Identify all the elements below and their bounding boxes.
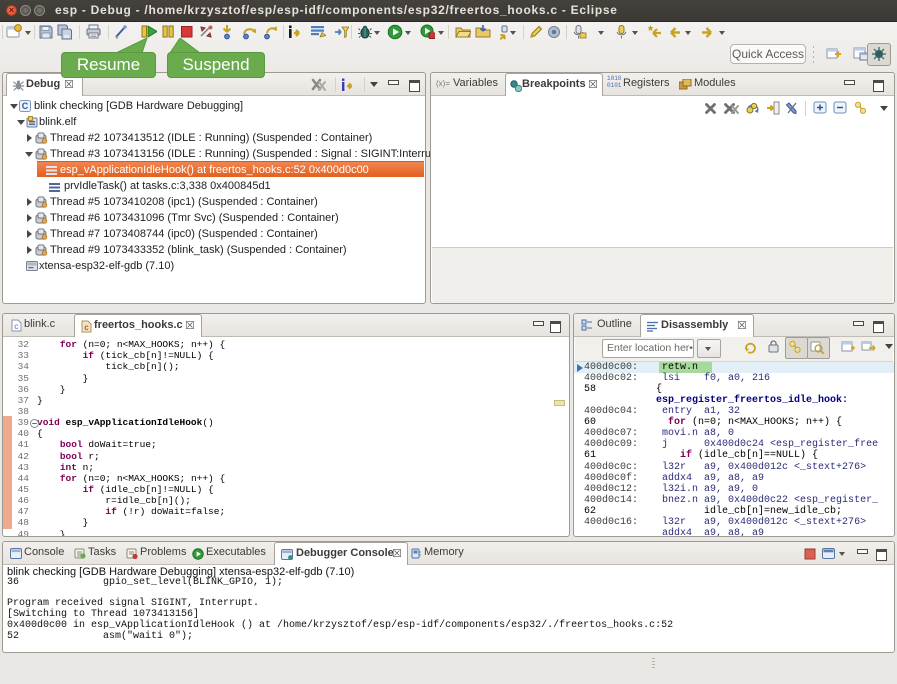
svg-text:c: c xyxy=(84,324,89,333)
svg-text:c: c xyxy=(14,323,19,332)
svg-text:C: C xyxy=(22,101,29,111)
